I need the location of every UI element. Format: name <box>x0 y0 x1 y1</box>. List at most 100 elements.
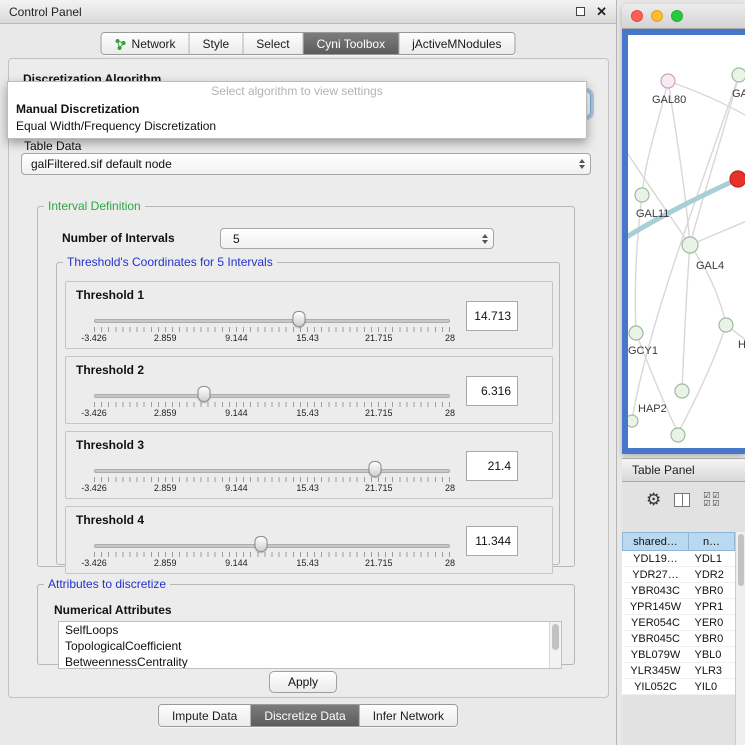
list-scrollbar[interactable] <box>549 622 561 668</box>
table-row[interactable]: YBR043CYBR0 <box>623 583 735 599</box>
slider-thumb[interactable] <box>255 536 268 552</box>
list-item[interactable]: BetweennessCentrality <box>59 654 561 669</box>
cell[interactable]: YDR27… <box>623 567 689 583</box>
slider-track[interactable] <box>94 394 450 398</box>
select-columns-icon[interactable]: ☑☑☑☑ <box>703 492 721 508</box>
node-gcy1[interactable] <box>629 326 643 340</box>
table-row[interactable]: YBL079WYBL0 <box>623 647 735 663</box>
list-item[interactable]: SelfLoops <box>59 622 561 638</box>
zoom-traffic-light-icon[interactable] <box>671 10 683 22</box>
tab-impute-data[interactable]: Impute Data <box>159 705 250 726</box>
node-hap2[interactable] <box>675 384 689 398</box>
cyni-toolbox-panel: Discretization Algorithm Select algorith… <box>8 58 609 698</box>
node-gal80[interactable] <box>661 74 675 88</box>
network-frame: GAL80 GA GAL11 GAL4 GCY1 HAP2 H <box>622 29 745 454</box>
network-canvas[interactable]: GAL80 GA GAL11 GAL4 GCY1 HAP2 H <box>628 35 745 448</box>
threshold-2-slider[interactable]: -3.4262.8599.14415.4321.71528 <box>94 357 450 423</box>
close-traffic-light-icon[interactable] <box>631 10 643 22</box>
slider-track[interactable] <box>94 544 450 548</box>
tab-infer-network[interactable]: Infer Network <box>359 705 457 726</box>
table-row[interactable]: YPR145WYPR1 <box>623 599 735 615</box>
columns-icon[interactable] <box>674 493 690 507</box>
cell[interactable]: YER054C <box>623 615 689 631</box>
table-row[interactable]: YBR045CYBR0 <box>623 631 735 647</box>
cell[interactable]: YIL052C <box>623 679 689 695</box>
option-equal-width-frequency[interactable]: Equal Width/Frequency Discretization <box>8 118 586 135</box>
node[interactable] <box>671 428 685 442</box>
node-ga[interactable] <box>732 68 745 82</box>
list-item[interactable]: TopologicalCoefficient <box>59 638 561 654</box>
node[interactable] <box>719 318 733 332</box>
option-manual-discretization[interactable]: Manual Discretization <box>8 101 586 118</box>
number-of-intervals-value: 5 <box>221 232 477 246</box>
threshold-4-value[interactable]: 11.344 <box>466 526 518 556</box>
slider-track[interactable] <box>94 319 450 323</box>
slider-thumb[interactable] <box>369 461 382 477</box>
cell[interactable]: YPR145W <box>623 599 689 615</box>
table-data-value: galFiltered.sif default node <box>22 157 574 171</box>
table-row[interactable]: YDL19…YDL1 <box>623 551 735 567</box>
cell[interactable]: YDR2 <box>689 567 735 583</box>
scale-label: -3.426 <box>81 333 107 343</box>
cell[interactable]: YPR1 <box>689 599 735 615</box>
threshold-3-value[interactable]: 21.4 <box>466 451 518 481</box>
table-data-combobox[interactable]: galFiltered.sif default node <box>21 153 591 175</box>
tab-network[interactable]: Network <box>102 33 189 54</box>
threshold-2-value[interactable]: 6.316 <box>466 376 518 406</box>
table-scrollbar[interactable] <box>735 532 745 745</box>
slider-track[interactable] <box>94 469 450 473</box>
threshold-1-value[interactable]: 14.713 <box>466 301 518 331</box>
table-panel-header[interactable]: Table Panel <box>622 458 745 482</box>
thresholds-group-title: Threshold's Coordinates for 5 Intervals <box>63 255 277 269</box>
number-of-intervals-combobox[interactable]: 5 <box>220 228 494 249</box>
table-row[interactable]: YDR27…YDR2 <box>623 567 735 583</box>
threshold-3-slider[interactable]: -3.4262.8599.14415.4321.71528 <box>94 432 450 498</box>
cell[interactable]: YLR3 <box>689 663 735 679</box>
slider-thumb[interactable] <box>293 311 306 327</box>
column-header-name[interactable]: n… <box>689 533 735 551</box>
network-tab-icon <box>115 38 127 50</box>
cell[interactable]: YBR045C <box>623 631 689 647</box>
scale-label: 21.715 <box>365 483 393 493</box>
control-panel-titlebar[interactable]: Control Panel ✕ <box>0 0 616 24</box>
minimize-traffic-light-icon[interactable] <box>651 10 663 22</box>
scale-label: 2.859 <box>154 333 177 343</box>
threshold-4-slider[interactable]: -3.4262.8599.14415.4321.71528 <box>94 507 450 573</box>
cell[interactable]: YDL19… <box>623 551 689 567</box>
scrollbar-thumb[interactable] <box>552 624 559 650</box>
threshold-1-slider[interactable]: -3.4262.8599.14415.4321.71528 <box>94 282 450 348</box>
tab-cyni-toolbox[interactable]: Cyni Toolbox <box>303 33 398 54</box>
cell[interactable]: YIL0 <box>689 679 735 695</box>
cell[interactable]: YBR0 <box>689 583 735 599</box>
tab-discretize-data[interactable]: Discretize Data <box>250 705 358 726</box>
apply-button[interactable]: Apply <box>269 671 337 693</box>
node-gal11[interactable] <box>635 188 649 202</box>
column-header-shared-name[interactable]: shared… <box>623 533 689 551</box>
slider-thumb[interactable] <box>198 386 211 402</box>
close-icon[interactable]: ✕ <box>596 5 607 18</box>
node-selected-red[interactable] <box>730 171 745 187</box>
table-row[interactable]: YER054CYER0 <box>623 615 735 631</box>
numerical-attributes-list[interactable]: SelfLoops TopologicalCoefficient Between… <box>58 621 562 669</box>
network-window-titlebar[interactable] <box>622 4 745 29</box>
scale-label: 15.43 <box>296 408 319 418</box>
tab-style[interactable]: Style <box>189 33 243 54</box>
cell[interactable]: YBL079W <box>623 647 689 663</box>
table-row[interactable]: YLR345WYLR3 <box>623 663 735 679</box>
cell[interactable]: YBR043C <box>623 583 689 599</box>
node-gal4[interactable] <box>682 237 698 253</box>
scale-label: -3.426 <box>81 408 107 418</box>
tab-jactivemnodules[interactable]: jActiveMNodules <box>398 33 514 54</box>
cell[interactable]: YLR345W <box>623 663 689 679</box>
cell[interactable]: YBL0 <box>689 647 735 663</box>
scrollbar-thumb[interactable] <box>738 534 744 586</box>
gear-icon[interactable]: ⚙ <box>646 491 661 508</box>
tab-select[interactable]: Select <box>242 33 302 54</box>
table-row[interactable]: YIL052CYIL0 <box>623 679 735 695</box>
node[interactable] <box>628 415 638 427</box>
cell[interactable]: YBR0 <box>689 631 735 647</box>
cell[interactable]: YER0 <box>689 615 735 631</box>
float-window-icon[interactable] <box>576 7 585 16</box>
scale-label: 2.859 <box>154 408 177 418</box>
cell[interactable]: YDL1 <box>689 551 735 567</box>
